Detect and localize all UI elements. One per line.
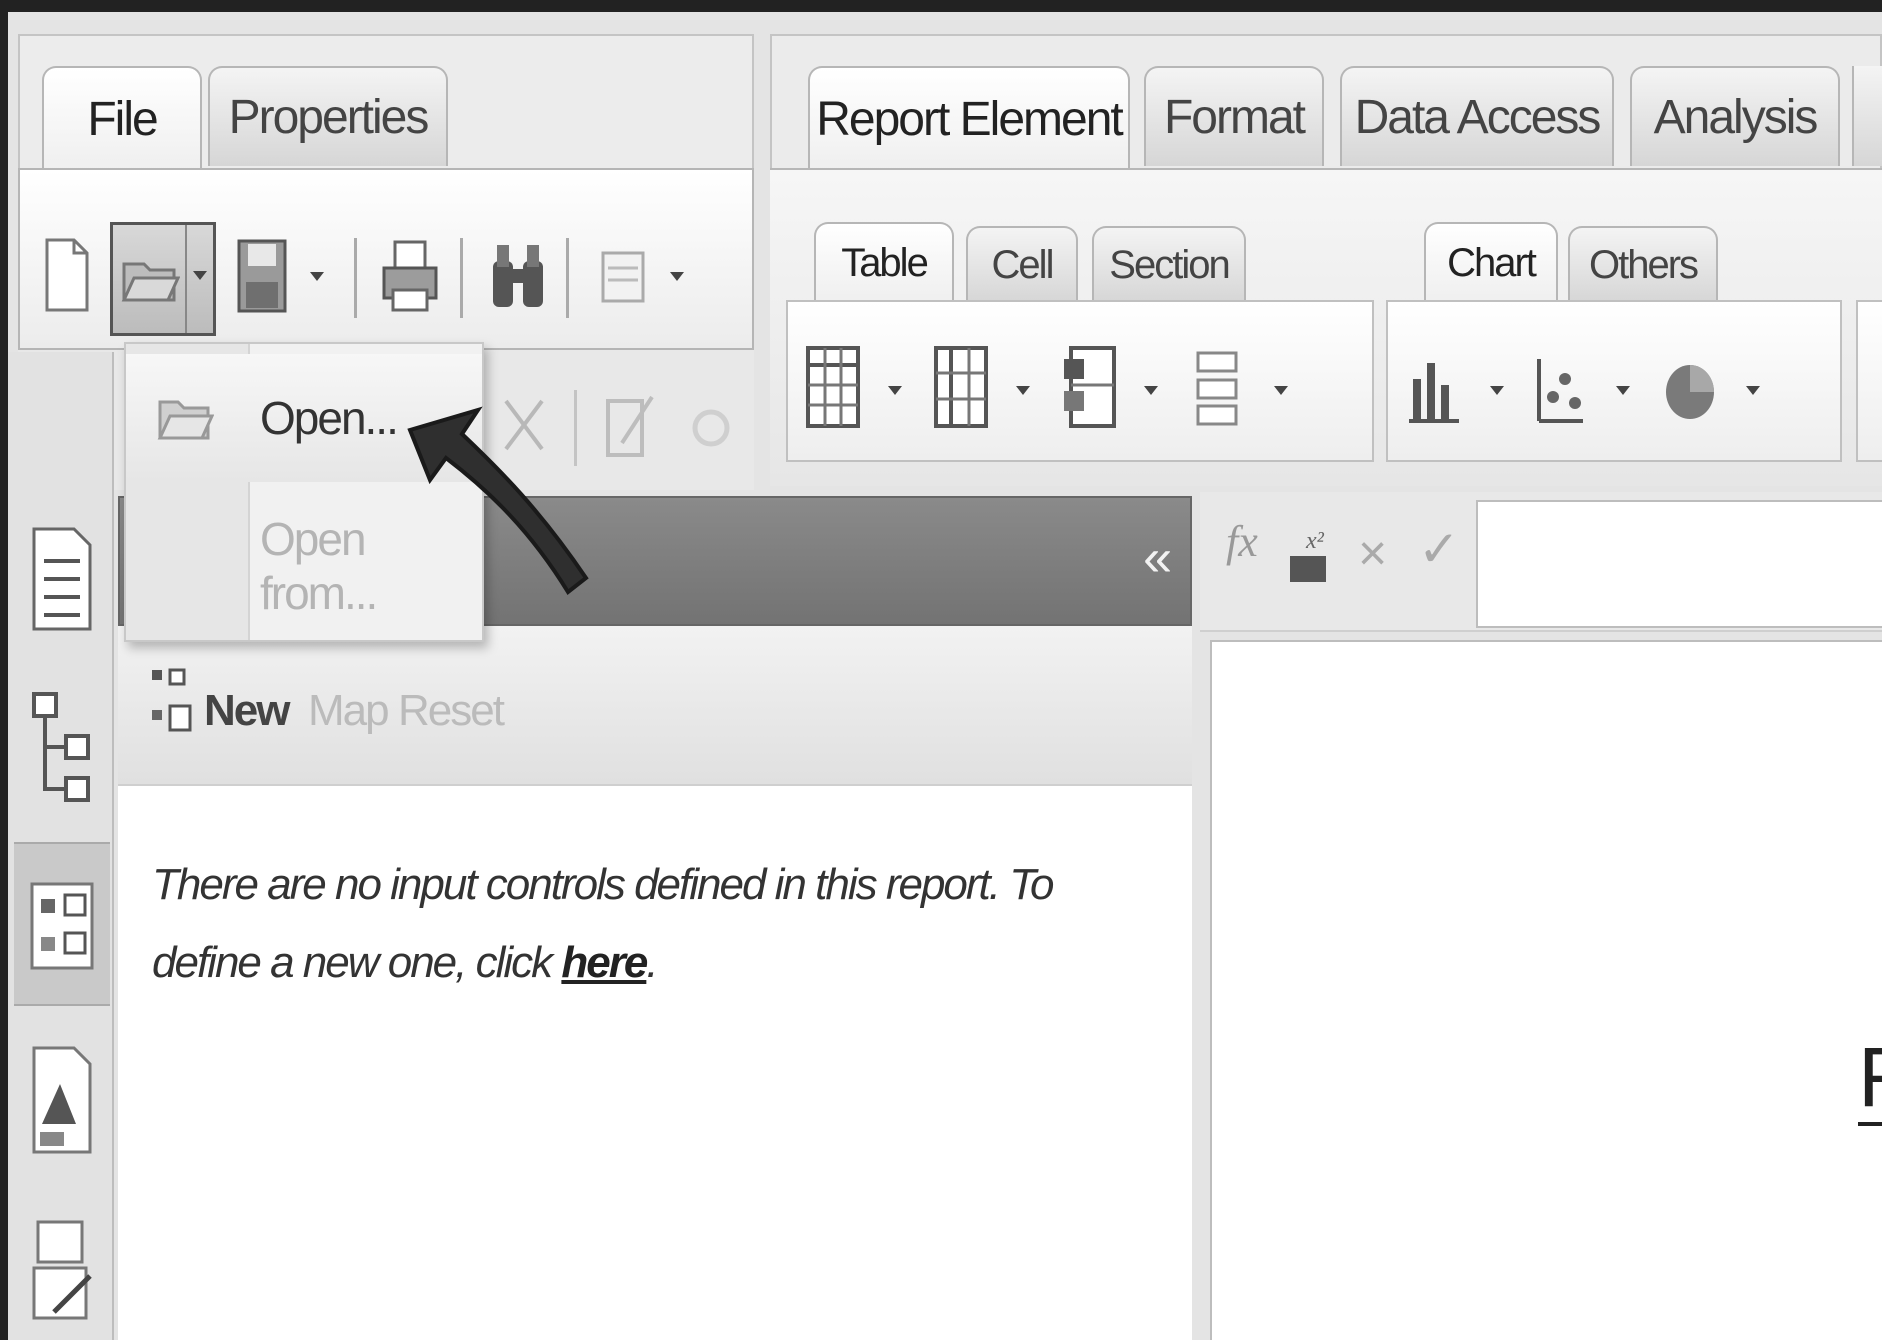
formula-input[interactable] (1476, 500, 1882, 628)
menu-item-open-label: Open... (260, 392, 399, 444)
variable-editor-icon[interactable]: x² (1286, 522, 1336, 586)
scatter-chart-icon[interactable] (1532, 350, 1588, 430)
report-canvas[interactable]: R (1210, 640, 1882, 1340)
svg-text:x²: x² (1305, 528, 1325, 554)
map-button[interactable]: Map (308, 686, 390, 736)
document-structure-icon[interactable] (22, 520, 102, 640)
new-input-control-button[interactable]: New (204, 686, 290, 736)
tab-others[interactable]: Others (1568, 226, 1718, 302)
tab-section[interactable]: Section (1092, 226, 1246, 302)
navigation-map-icon[interactable] (22, 688, 102, 808)
open-dropdown-arrow[interactable] (185, 225, 215, 333)
open-button[interactable] (110, 222, 216, 336)
next-group-panel (1856, 300, 1882, 462)
open-folder-icon (117, 243, 183, 313)
new-document-icon[interactable] (42, 232, 92, 318)
report-title-partial: R (1858, 1032, 1882, 1126)
view-mode-icon[interactable] (596, 246, 650, 308)
message-period: . (646, 938, 658, 987)
save-dropdown-arrow[interactable] (310, 272, 324, 281)
no-input-controls-message: There are no input controls defined in t… (152, 846, 1152, 1002)
input-controls-side-button[interactable] (14, 842, 110, 1006)
crosstab-dropdown-arrow[interactable] (1144, 386, 1158, 395)
define-input-control-link[interactable]: here (561, 938, 648, 987)
toolbar-separator (460, 238, 463, 318)
form-icon[interactable] (1190, 346, 1244, 430)
print-icon[interactable] (380, 234, 440, 318)
input-controls-body: There are no input controls defined in t… (118, 786, 1192, 1340)
tab-overflow (1852, 66, 1882, 166)
view-mode-dropdown-arrow[interactable] (670, 272, 684, 281)
toolbar-separator (566, 238, 569, 318)
vertical-table-dropdown-arrow[interactable] (1016, 386, 1030, 395)
table-dropdown-arrow[interactable] (888, 386, 902, 395)
scatter-chart-dropdown-arrow[interactable] (1616, 386, 1630, 395)
tab-cell[interactable]: Cell (966, 226, 1078, 302)
bar-chart-icon[interactable] (1406, 350, 1462, 430)
formula-editor-button[interactable]: fx (1226, 516, 1258, 567)
input-controls-icon (26, 878, 98, 974)
table-icon[interactable] (802, 340, 864, 434)
pie-chart-icon[interactable] (1660, 354, 1720, 430)
reset-button[interactable]: Reset (398, 686, 505, 736)
pie-chart-dropdown-arrow[interactable] (1746, 386, 1760, 395)
save-icon[interactable] (234, 234, 290, 318)
toolbar-separator (354, 238, 357, 318)
input-controls-toolbar: New Map Reset (118, 626, 1192, 786)
vertical-table-icon[interactable] (930, 340, 992, 434)
tab-report-element[interactable]: Report Element (808, 66, 1130, 170)
form-dropdown-arrow[interactable] (1274, 386, 1288, 395)
new-input-control-icon[interactable] (150, 668, 194, 738)
formula-bar: fx x² × ✓ (1200, 492, 1882, 632)
edit-document-icon[interactable] (22, 1208, 102, 1328)
open-folder-icon (156, 390, 215, 446)
data-document-icon[interactable] (22, 1040, 102, 1160)
formula-cancel-button[interactable]: × (1358, 524, 1387, 582)
tab-data-access[interactable]: Data Access (1340, 66, 1614, 166)
formula-confirm-button[interactable]: ✓ (1418, 520, 1460, 578)
find-binoculars-icon[interactable] (488, 236, 548, 316)
collapse-panel-button[interactable]: « (1143, 528, 1172, 588)
refresh-icon[interactable] (684, 396, 738, 460)
bar-chart-dropdown-arrow[interactable] (1490, 386, 1504, 395)
annotation-arrow (407, 406, 589, 595)
tab-analysis[interactable]: Analysis (1630, 66, 1840, 166)
tab-format[interactable]: Format (1144, 66, 1324, 166)
crosstab-icon[interactable] (1058, 340, 1120, 434)
tab-chart[interactable]: Chart (1424, 222, 1558, 302)
tab-properties[interactable]: Properties (208, 66, 448, 166)
tab-file[interactable]: File (42, 66, 202, 170)
tab-table[interactable]: Table (814, 222, 954, 302)
